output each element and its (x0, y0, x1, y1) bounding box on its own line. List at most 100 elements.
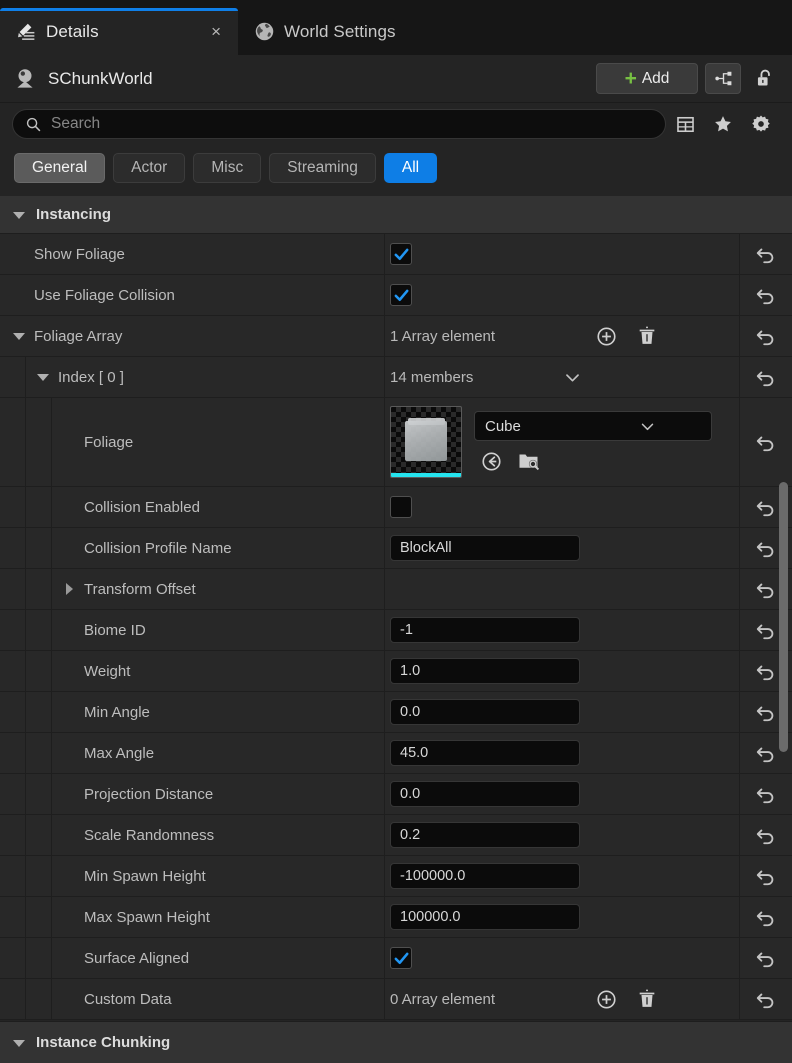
chevron-down-icon[interactable] (36, 370, 50, 384)
reset-arrow-icon[interactable] (755, 824, 777, 846)
chevron-down-icon[interactable] (593, 418, 701, 435)
search-input[interactable]: Search (12, 109, 666, 139)
property-text-input[interactable]: 100000.0 (390, 904, 580, 930)
chevron-down-icon[interactable] (563, 368, 582, 387)
property-row[interactable]: Show Foliage (0, 234, 792, 275)
property-row[interactable]: Foliage Cube (0, 398, 792, 487)
property-text-input[interactable]: BlockAll (390, 535, 580, 561)
asset-dropdown[interactable]: Cube (474, 411, 712, 441)
property-row[interactable]: Index [ 0 ] 14 members (0, 357, 792, 398)
property-text-input[interactable]: 0.2 (390, 822, 580, 848)
property-text-input[interactable]: -1 (390, 617, 580, 643)
twisty-placeholder (62, 435, 76, 449)
filter-streaming[interactable]: Streaming (269, 153, 376, 183)
add-component-button[interactable]: + Add (596, 63, 698, 94)
reset-arrow-icon[interactable] (755, 537, 777, 559)
property-row[interactable]: Surface Aligned (0, 938, 792, 979)
property-text-input[interactable]: 0.0 (390, 699, 580, 725)
property-row[interactable]: Max Angle 45.0 (0, 733, 792, 774)
filter-misc[interactable]: Misc (193, 153, 262, 183)
chevron-down-icon[interactable] (12, 329, 26, 343)
filter-actor[interactable]: Actor (113, 153, 186, 183)
reset-arrow-icon[interactable] (755, 366, 777, 388)
reset-arrow-icon[interactable] (755, 660, 777, 682)
asset-action-buttons (474, 449, 712, 473)
close-icon[interactable]: × (207, 21, 225, 42)
asset-thumbnail[interactable] (390, 406, 462, 478)
property-row[interactable]: Use Foliage Collision (0, 275, 792, 316)
filter-general[interactable]: General (14, 153, 106, 183)
hierarchy-button[interactable] (705, 63, 741, 94)
tab-details[interactable]: Details × (0, 8, 238, 55)
reset-arrow-icon[interactable] (755, 947, 777, 969)
reset-arrow-icon[interactable] (755, 865, 777, 887)
array-add-icon[interactable] (595, 988, 618, 1011)
twisty-placeholder (62, 541, 76, 555)
scrollbar-thumb[interactable] (779, 482, 788, 752)
indent-guide (0, 815, 26, 855)
property-row[interactable]: Collision Profile Name BlockAll (0, 528, 792, 569)
property-row[interactable]: Scale Randomness 0.2 (0, 815, 792, 856)
property-value: 1.0 (400, 663, 421, 679)
reset-arrow-icon[interactable] (755, 742, 777, 764)
twisty-placeholder (62, 787, 76, 801)
gear-icon[interactable] (742, 114, 780, 134)
property-label: Max Spawn Height (84, 908, 210, 926)
indent-guide (0, 938, 26, 978)
property-label: Index [ 0 ] (58, 368, 124, 386)
tab-world-settings[interactable]: World Settings (238, 8, 409, 55)
property-row[interactable]: Min Angle 0.0 (0, 692, 792, 733)
check-icon (394, 952, 408, 964)
property-value-cell: Cube (385, 398, 740, 486)
category-header-instancing[interactable]: Instancing (0, 196, 792, 234)
property-row[interactable]: Projection Distance 0.0 (0, 774, 792, 815)
property-row[interactable]: Custom Data 0 Array element (0, 979, 792, 1020)
twisty-placeholder (62, 992, 76, 1006)
property-checkbox[interactable] (390, 284, 412, 306)
reset-arrow-icon[interactable] (755, 988, 777, 1010)
reset-arrow-icon[interactable] (755, 578, 777, 600)
property-row[interactable]: Biome ID -1 (0, 610, 792, 651)
reset-arrow-icon[interactable] (755, 284, 777, 306)
reset-arrow-icon[interactable] (755, 496, 777, 518)
property-text-input[interactable]: 0.0 (390, 781, 580, 807)
reset-arrow-icon[interactable] (755, 783, 777, 805)
reset-arrow-icon[interactable] (755, 431, 777, 453)
property-text-input[interactable]: -100000.0 (390, 863, 580, 889)
property-row[interactable]: Foliage Array 1 Array element (0, 316, 792, 357)
reset-arrow-icon[interactable] (755, 906, 777, 928)
actor-name-label: SChunkWorld (48, 68, 153, 88)
property-label: Custom Data (84, 990, 172, 1008)
property-text-input[interactable]: 1.0 (390, 658, 580, 684)
use-selected-asset-icon[interactable] (480, 450, 503, 473)
vertical-scrollbar[interactable] (778, 196, 789, 1063)
table-columns-icon[interactable] (666, 115, 704, 134)
reset-arrow-icon[interactable] (755, 701, 777, 723)
property-checkbox[interactable] (390, 496, 412, 518)
indent-guide (26, 610, 52, 650)
property-row[interactable]: Max Spawn Height 100000.0 (0, 897, 792, 938)
reset-arrow-icon[interactable] (755, 243, 777, 265)
property-row[interactable]: Min Spawn Height -100000.0 (0, 856, 792, 897)
array-delete-icon[interactable] (636, 988, 658, 1010)
property-row[interactable]: Collision Enabled (0, 487, 792, 528)
category-header-instance-chunking[interactable]: Instance Chunking (0, 1021, 792, 1063)
property-name-cell: Max Spawn Height (52, 897, 385, 937)
tab-label: Details (46, 21, 99, 41)
property-text-input[interactable]: 45.0 (390, 740, 580, 766)
property-row[interactable]: Transform Offset (0, 569, 792, 610)
indent-guide (0, 692, 26, 732)
reset-arrow-icon[interactable] (755, 619, 777, 641)
property-checkbox[interactable] (390, 243, 412, 265)
filter-all[interactable]: All (383, 153, 438, 183)
property-label: Min Angle (84, 703, 150, 721)
reset-arrow-icon[interactable] (755, 325, 777, 347)
lock-details-button[interactable] (748, 63, 780, 94)
property-checkbox[interactable] (390, 947, 412, 969)
array-delete-icon[interactable] (636, 325, 658, 347)
star-icon[interactable] (704, 114, 742, 134)
chevron-right-icon[interactable] (62, 582, 76, 596)
browse-to-asset-icon[interactable] (517, 449, 541, 473)
property-row[interactable]: Weight 1.0 (0, 651, 792, 692)
array-add-icon[interactable] (595, 325, 618, 348)
